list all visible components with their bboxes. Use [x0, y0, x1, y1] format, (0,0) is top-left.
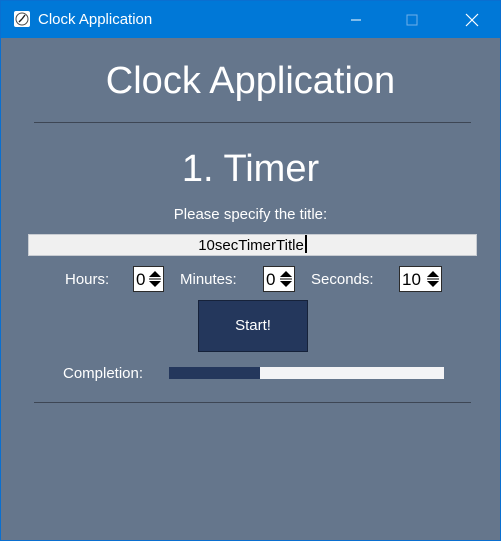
close-button[interactable]	[449, 1, 495, 38]
completion-progress-bar	[169, 367, 444, 379]
app-window: Clock Application Clock Application 1. T…	[0, 0, 501, 541]
seconds-value: 10	[402, 270, 421, 289]
divider	[34, 122, 471, 123]
seconds-spinbox[interactable]: 10	[399, 266, 442, 292]
close-icon	[465, 13, 479, 26]
minutes-spinbox[interactable]: 0	[263, 266, 295, 292]
timer-heading: 1. Timer	[181, 148, 320, 190]
title-prompt-label: Please specify the title:	[173, 206, 328, 223]
hours-label: Hours:	[65, 271, 110, 288]
minimize-icon	[351, 19, 361, 20]
divider	[34, 402, 471, 403]
hours-value: 0	[136, 270, 146, 289]
title-input-value: 10secTimerTitle	[198, 237, 304, 254]
minutes-label: Minutes:	[180, 271, 237, 288]
minutes-value: 0	[266, 270, 276, 289]
text-cursor	[304, 235, 307, 253]
maximize-icon	[406, 14, 418, 25]
window-title: Clock Application	[38, 11, 153, 28]
app-heading: Clock Application	[105, 60, 396, 102]
spin-arrows-icon[interactable]	[426, 269, 440, 289]
hours-spinbox[interactable]: 0	[133, 266, 164, 292]
spin-arrows-icon[interactable]	[279, 269, 293, 289]
title-input[interactable]: 10secTimerTitle	[28, 234, 477, 256]
maximize-button[interactable]	[389, 1, 435, 38]
progress-fill	[169, 367, 260, 379]
seconds-label: Seconds:	[311, 271, 374, 288]
clock-icon	[14, 11, 30, 27]
completion-label: Completion:	[63, 365, 144, 382]
minimize-button[interactable]	[333, 1, 379, 38]
spin-arrows-icon[interactable]	[148, 269, 162, 289]
title-bar[interactable]: Clock Application	[1, 1, 500, 38]
start-button[interactable]: Start!	[198, 300, 308, 352]
